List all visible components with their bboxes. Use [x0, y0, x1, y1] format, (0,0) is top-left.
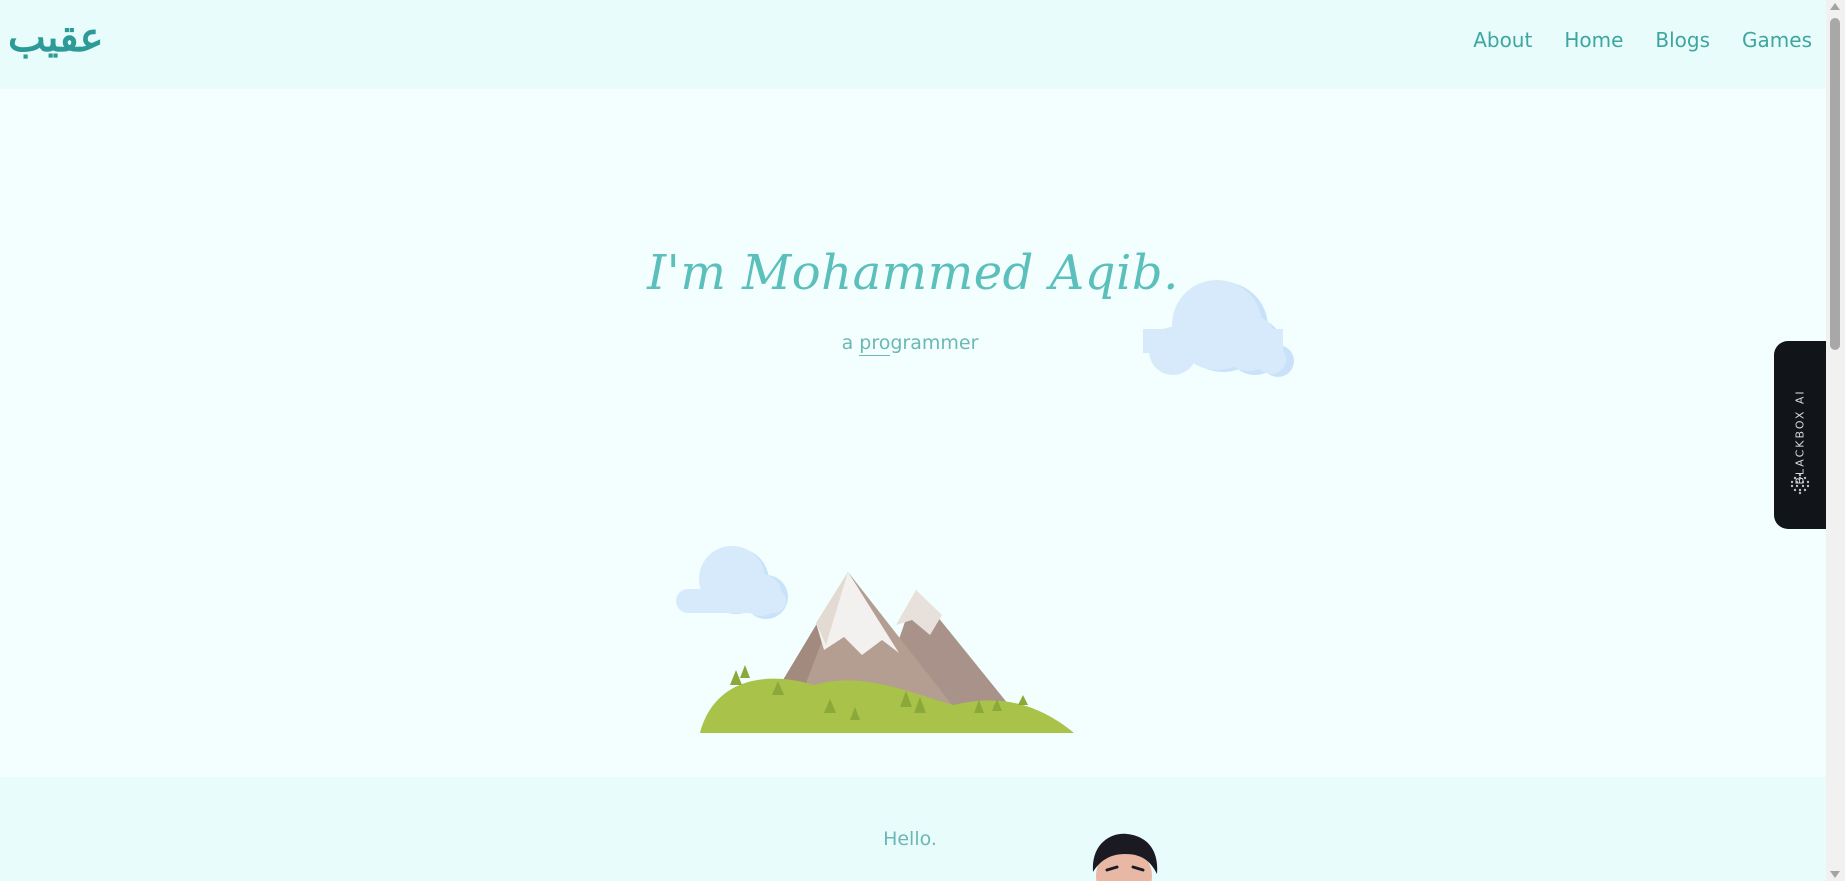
site-logo[interactable]: عقيب: [8, 10, 103, 66]
blackbox-dots-icon: [1790, 473, 1810, 495]
scroll-down-arrow-icon[interactable]: [1830, 871, 1840, 878]
avatar: [1092, 833, 1158, 881]
nav-games-link[interactable]: Games: [1742, 24, 1812, 56]
subtitle-rest: grammer: [890, 332, 979, 354]
blackbox-ai-tab[interactable]: BLACKBOX AI: [1774, 341, 1826, 529]
page: عقيب About Home Blogs Games I'm Mohammed…: [0, 0, 1845, 881]
subtitle-typed-part: pro: [859, 332, 891, 356]
mountain-illustration: [676, 546, 1074, 733]
main-nav: About Home Blogs Games: [1473, 24, 1812, 56]
hero-subtitle: a programmer: [0, 328, 1820, 358]
hero-title: I'm Mohammed Aqib.: [647, 245, 1179, 301]
nav-home-link[interactable]: Home: [1564, 24, 1623, 56]
about-greeting: Hello.: [883, 828, 937, 850]
scroll-up-arrow-icon[interactable]: [1830, 3, 1840, 10]
scrollbar-thumb[interactable]: [1830, 18, 1840, 350]
blackbox-ai-label: BLACKBOX AI: [1793, 389, 1807, 485]
subtitle-prefix: a: [841, 332, 854, 354]
site-header: عقيب About Home Blogs Games: [0, 0, 1826, 89]
nav-blogs-link[interactable]: Blogs: [1655, 24, 1710, 56]
nav-about-link[interactable]: About: [1473, 24, 1532, 56]
cloud-icon: [1143, 280, 1294, 377]
cloud-icon: [676, 546, 788, 619]
page-scrollbar[interactable]: [1826, 0, 1845, 881]
